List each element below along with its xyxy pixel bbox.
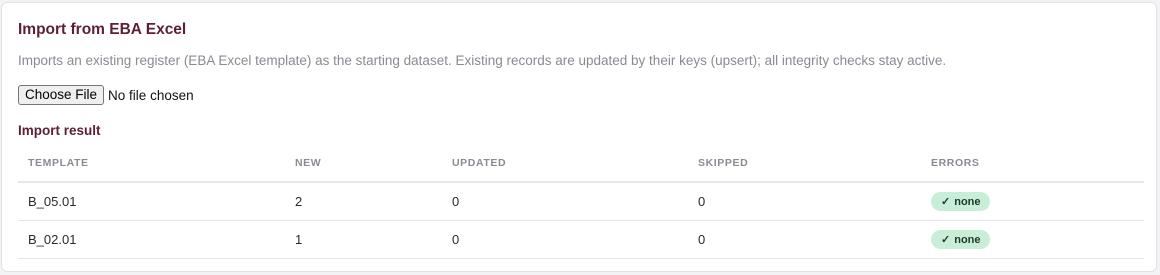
- import-card: Import from EBA Excel Imports an existin…: [1, 2, 1157, 272]
- errors-status-label: none: [954, 233, 981, 246]
- cell-new: 1: [285, 220, 442, 259]
- errors-status-label: none: [954, 195, 981, 208]
- column-header-skipped: SKIPPED: [688, 144, 921, 183]
- table-row: B_02.01 1 0 0 ✓ none: [18, 220, 1144, 259]
- import-result-table: TEMPLATE NEW UPDATED SKIPPED ERRORS B_05…: [18, 144, 1144, 259]
- errors-status-badge: ✓ none: [931, 192, 990, 211]
- column-header-new: NEW: [285, 144, 442, 183]
- column-header-updated: UPDATED: [442, 144, 688, 183]
- table-row: B_05.01 2 0 0 ✓ none: [18, 182, 1144, 221]
- file-input[interactable]: Choose File No file chosen: [18, 85, 194, 105]
- cell-errors: ✓ none: [921, 220, 1144, 259]
- cell-template: B_02.01: [18, 220, 285, 259]
- cell-skipped: 0: [688, 220, 921, 259]
- cell-updated: 0: [442, 182, 688, 221]
- cell-new: 2: [285, 182, 442, 221]
- file-status-text: No file chosen: [108, 87, 194, 103]
- choose-file-button[interactable]: Choose File: [18, 85, 105, 105]
- import-description: Imports an existing register (EBA Excel …: [18, 53, 947, 68]
- errors-status-badge: ✓ none: [931, 230, 990, 249]
- import-title: Import from EBA Excel: [18, 21, 187, 38]
- check-icon: ✓: [941, 196, 951, 208]
- cell-skipped: 0: [688, 182, 921, 221]
- table-header-row: TEMPLATE NEW UPDATED SKIPPED ERRORS: [18, 144, 1144, 183]
- cell-updated: 0: [442, 220, 688, 259]
- column-header-template: TEMPLATE: [18, 144, 285, 183]
- cell-template: B_05.01: [18, 182, 285, 221]
- import-result-title: Import result: [18, 123, 101, 138]
- cell-errors: ✓ none: [921, 182, 1144, 221]
- column-header-errors: ERRORS: [921, 144, 1144, 183]
- check-icon: ✓: [941, 234, 951, 246]
